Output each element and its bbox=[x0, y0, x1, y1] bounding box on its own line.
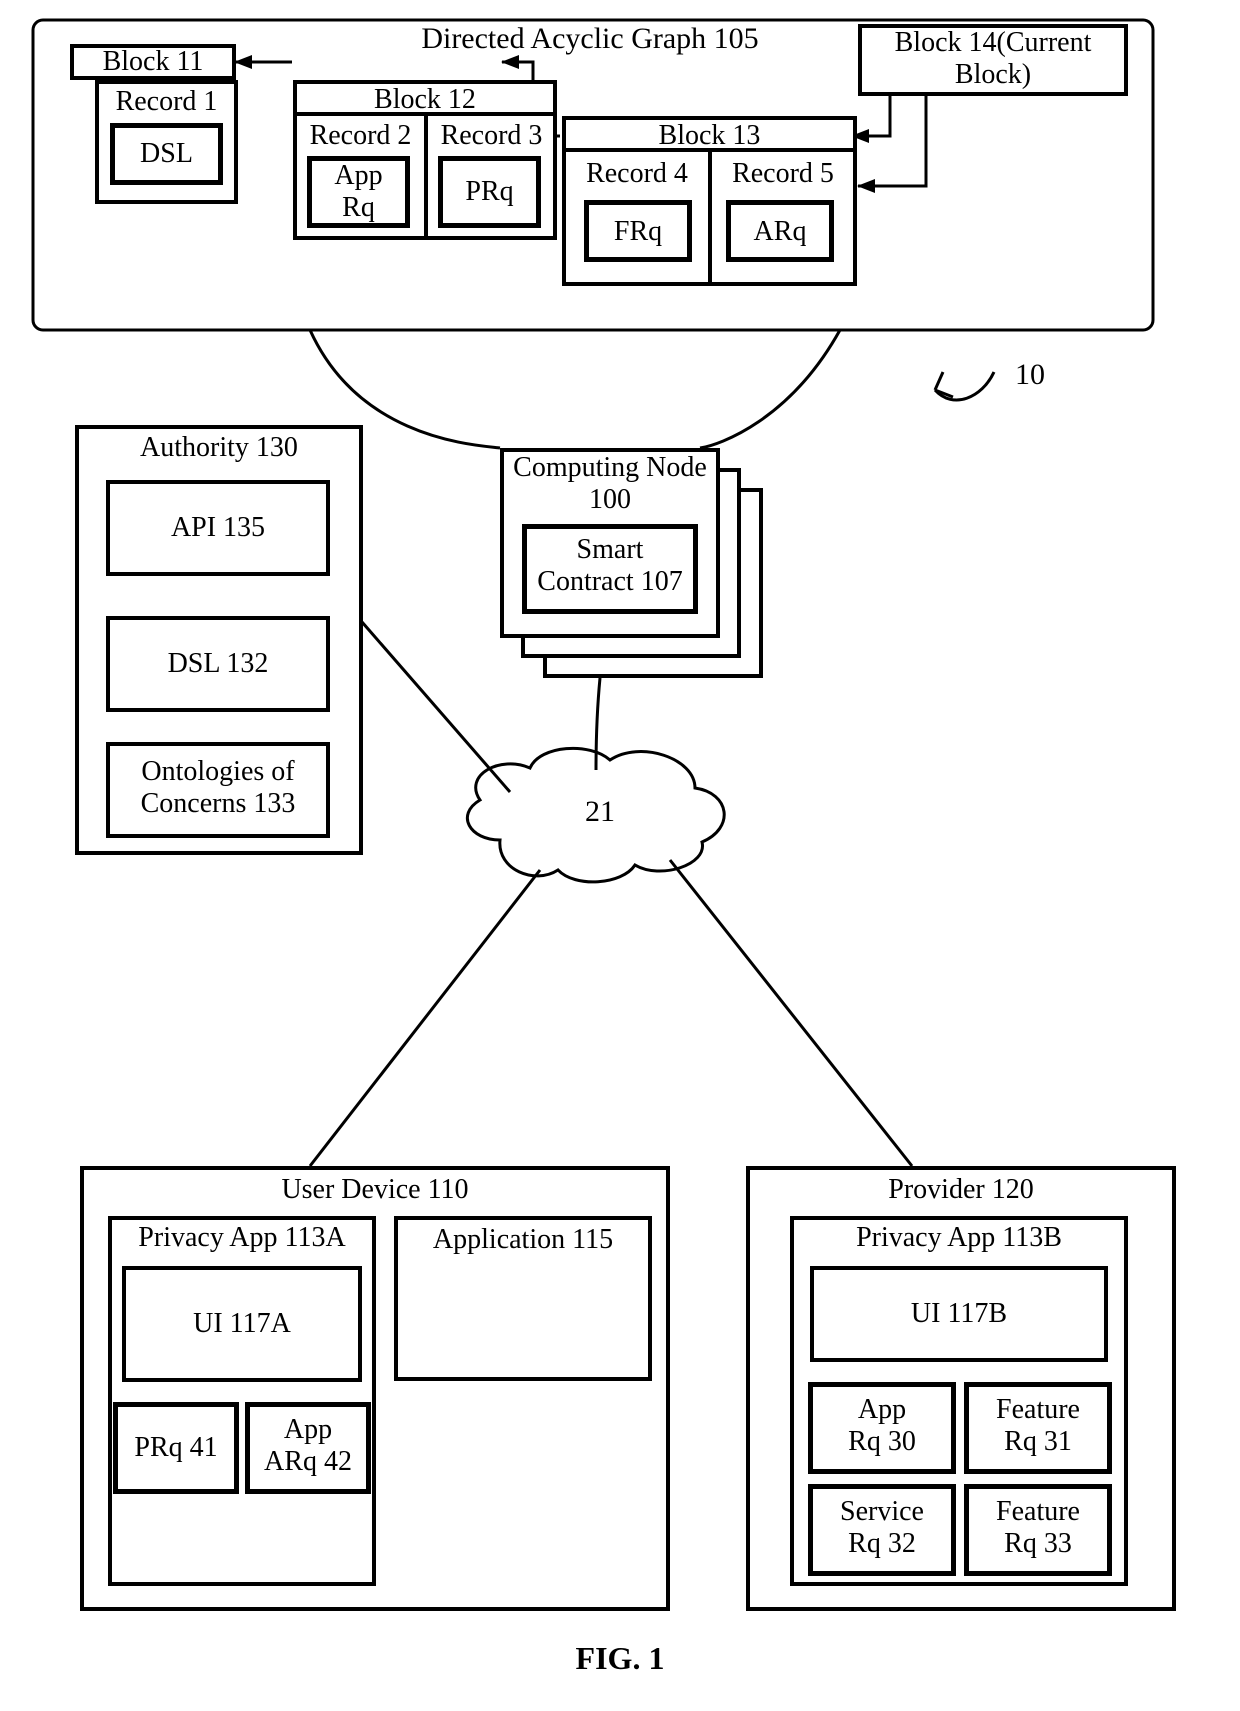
apparq42-label: App ARq 42 bbox=[245, 1414, 371, 1478]
system-ref: 10 bbox=[1000, 358, 1060, 393]
featrq31-label: Feature Rq 31 bbox=[964, 1394, 1112, 1458]
svcrq32-label: Service Rq 32 bbox=[808, 1496, 956, 1560]
api-label: API 135 bbox=[106, 512, 330, 544]
smart-contract-label: Smart Contract 107 bbox=[522, 534, 698, 598]
block-11-title: Block 11 bbox=[70, 46, 236, 78]
block-12-title: Block 12 bbox=[293, 84, 557, 116]
block-14-title: Block 14(Current Block) bbox=[858, 27, 1128, 91]
record-1: Record 1 bbox=[95, 86, 238, 118]
arq-label: ARq bbox=[726, 216, 834, 248]
apprq-label: App Rq bbox=[307, 160, 410, 224]
cloud-label: 21 bbox=[575, 795, 625, 830]
frq-label: FRq bbox=[584, 216, 692, 248]
application-115-label: Application 115 bbox=[394, 1224, 652, 1256]
user-device-title: User Device 110 bbox=[80, 1174, 670, 1206]
featrq33-label: Feature Rq 33 bbox=[964, 1496, 1112, 1560]
dag-title: Directed Acyclic Graph 105 bbox=[400, 22, 780, 57]
privacy-app-a-title: Privacy App 113A bbox=[108, 1222, 376, 1254]
prq41-label: PRq 41 bbox=[113, 1432, 239, 1464]
dsl-132-label: DSL 132 bbox=[106, 648, 330, 680]
ui-a-label: UI 117A bbox=[122, 1308, 362, 1340]
record-4: Record 4 bbox=[566, 158, 708, 190]
record-3: Record 3 bbox=[428, 120, 555, 152]
figure-caption: FIG. 1 bbox=[0, 1640, 1240, 1677]
record-5: Record 5 bbox=[712, 158, 854, 190]
privacy-app-b-title: Privacy App 113B bbox=[790, 1222, 1128, 1254]
dsl-label: DSL bbox=[110, 138, 223, 170]
record-2: Record 2 bbox=[297, 120, 424, 152]
block-13-title: Block 13 bbox=[562, 120, 857, 152]
prq-label: PRq bbox=[438, 176, 541, 208]
authority-title: Authority 130 bbox=[75, 432, 363, 464]
ontologies-label: Ontologies of Concerns 133 bbox=[106, 756, 330, 820]
apprq30-label: App Rq 30 bbox=[808, 1394, 956, 1458]
diagram-root: Directed Acyclic Graph 105 Block 11 Reco… bbox=[0, 0, 1240, 1711]
ui-b-label: UI 117B bbox=[810, 1298, 1108, 1330]
provider-title: Provider 120 bbox=[746, 1174, 1176, 1206]
computing-node-title: Computing Node 100 bbox=[500, 452, 720, 516]
